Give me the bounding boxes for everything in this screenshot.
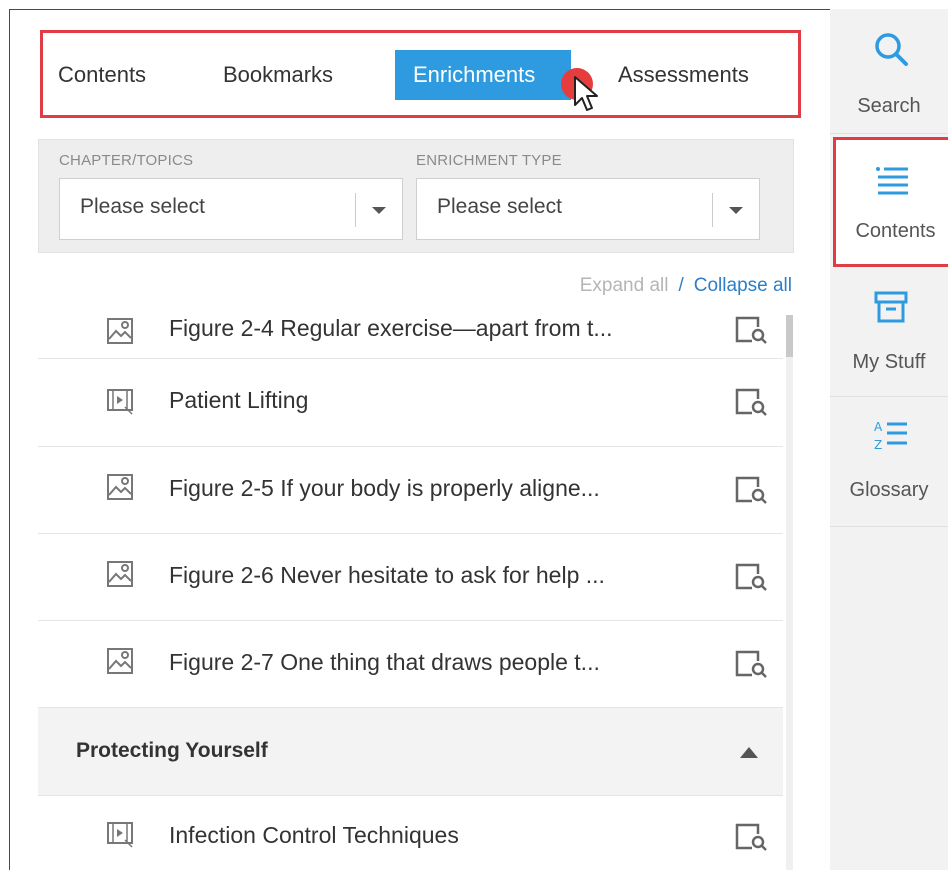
list-item[interactable]: Patient Lifting [38,359,783,447]
sidebar-item-label: Search [857,95,921,117]
list-item-title: Infection Control Techniques [169,822,459,848]
video-icon [107,389,133,415]
tab-enrichments[interactable]: Enrichments [395,50,571,100]
list-item[interactable]: Figure 2-5 If your body is properly alig… [38,447,783,534]
section-header[interactable]: Protecting Yourself [38,708,783,796]
scrollbar-thumb[interactable] [786,315,793,357]
preview-icon[interactable] [734,562,768,592]
preview-icon[interactable] [734,387,768,417]
search-icon [875,33,908,66]
right-sidebar: Search Contents My Stuff A Z Glossary [830,9,948,870]
list-item[interactable]: Figure 2-6 Never hesitate to ask for hel… [38,534,783,621]
list-icon [876,167,908,195]
image-icon [107,474,133,500]
list-item-title: Figure 2-7 One thing that draws people t… [169,649,600,675]
sidebar-item-label: Contents [855,220,936,242]
image-icon [107,561,133,587]
chevron-down-icon[interactable] [372,207,386,214]
sidebar-item-search[interactable]: Search [830,9,948,134]
image-icon [107,318,133,344]
list-item-title: Patient Lifting [169,387,309,413]
list-item-title: Figure 2-5 If your body is properly alig… [169,475,600,501]
a-z-sort-icon: A Z [874,420,907,452]
enrichment-type-select[interactable]: Please select [416,178,760,240]
sidebar-item-label: My Stuff [852,351,926,373]
mouse-pointer-icon [574,76,598,111]
expand-collapse-controls: Expand all / Collapse all [580,275,792,297]
scrollbar[interactable] [786,315,793,870]
chapter-select[interactable]: Please select [59,178,403,240]
expand-all-link[interactable]: Expand all [580,275,669,296]
archive-box-icon [874,291,908,323]
chapter-select-value: Please select [80,195,205,218]
list-item-title: Figure 2-6 Never hesitate to ask for hel… [169,562,605,588]
enrichment-list: Figure 2-4 Regular exercise—apart from t… [38,315,793,870]
section-title: Protecting Yourself [76,739,268,762]
image-icon [107,648,133,674]
select-divider [355,193,356,227]
sidebar-item-label: Glossary [849,479,929,501]
tab-bar: Contents Bookmarks Enrichments Assessmen… [40,30,801,118]
filter-panel: CHAPTER/TOPICS ENRICHMENT TYPE Please se… [38,139,794,253]
chevron-down-icon[interactable] [729,207,743,214]
preview-icon[interactable] [734,475,768,505]
enrichment-type-select-value: Please select [437,195,562,218]
collapse-all-link[interactable]: Collapse all [694,275,792,296]
sidebar-item-my-stuff[interactable]: My Stuff [830,267,948,397]
tab-assessments[interactable]: Assessments [618,50,749,100]
tab-contents[interactable]: Contents [58,50,146,100]
sidebar-item-glossary[interactable]: A Z Glossary [830,397,948,527]
separator: / [678,275,684,296]
preview-icon[interactable] [734,822,768,852]
preview-icon[interactable] [734,315,768,345]
chevron-up-icon[interactable] [740,747,758,758]
tab-bookmarks[interactable]: Bookmarks [223,50,333,100]
list-item-title: Figure 2-4 Regular exercise—apart from t… [169,315,613,341]
enrichment-type-filter-label: ENRICHMENT TYPE [416,152,562,169]
preview-icon[interactable] [734,649,768,679]
list-item[interactable]: Infection Control Techniques [38,796,783,870]
svg-text:Z: Z [874,438,882,452]
select-divider [712,193,713,227]
sidebar-item-contents[interactable]: Contents [833,137,948,267]
list-item[interactable]: Figure 2-7 One thing that draws people t… [38,621,783,708]
list-item[interactable]: Figure 2-4 Regular exercise—apart from t… [38,315,783,359]
svg-text:A: A [874,420,883,434]
video-icon [107,822,133,848]
chapter-filter-label: CHAPTER/TOPICS [59,152,194,169]
